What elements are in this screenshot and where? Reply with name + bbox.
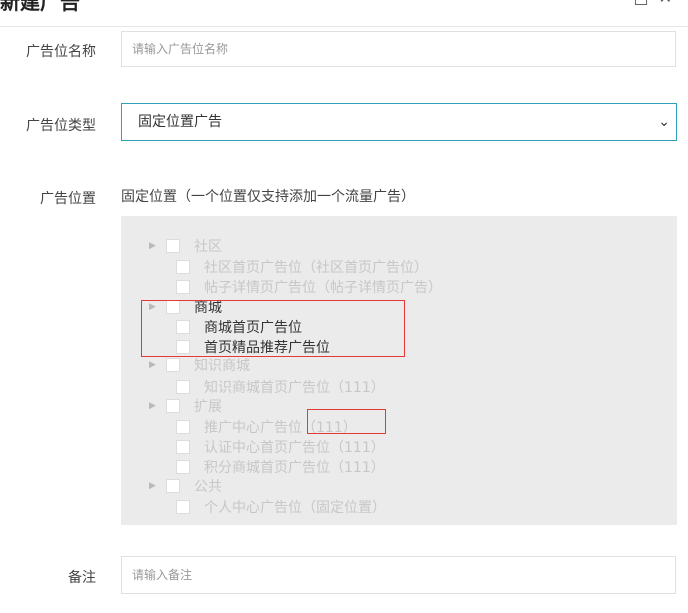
checkbox[interactable]	[176, 280, 190, 294]
tree-node-knowledge-mall[interactable]: ▶ 知识商城	[149, 356, 250, 374]
dialog-title: 新建广告	[0, 0, 80, 14]
checkbox[interactable]	[176, 260, 190, 274]
ad-slot-name-input[interactable]: 请输入广告位名称	[121, 31, 676, 67]
ad-position-label: 广告位置	[40, 191, 96, 207]
checkbox[interactable]	[176, 460, 190, 474]
checkbox[interactable]	[176, 380, 190, 394]
tree-node-extension[interactable]: ▶ 扩展	[149, 397, 222, 415]
checkbox[interactable]	[166, 399, 180, 413]
tree-node-community[interactable]: ▶ 社区	[149, 237, 222, 255]
tree-node-label: 扩展	[194, 399, 222, 415]
header-divider	[0, 26, 688, 27]
tree-leaf[interactable]: 认证中心首页广告位（111）	[176, 438, 385, 456]
tree-node-public[interactable]: ▶ 公共	[149, 477, 222, 495]
expand-arrow-icon[interactable]: ▶	[149, 241, 157, 251]
tree-leaf-label: 知识商城首页广告位（111）	[204, 380, 385, 396]
tree-leaf-label: 认证中心首页广告位（111）	[204, 440, 385, 456]
checkbox[interactable]	[176, 420, 190, 434]
checkbox[interactable]	[166, 239, 180, 253]
tree-leaf[interactable]: 帖子详情页广告位（帖子详情页广告）	[176, 278, 442, 296]
checkbox[interactable]	[166, 358, 180, 372]
ad-position-tree: ▶ 社区 社区首页广告位（社区首页广告位） 帖子详情页广告位（帖子详情页广告） …	[121, 216, 677, 525]
close-icon[interactable]: ✕	[659, 0, 672, 7]
tree-leaf[interactable]: 个人中心广告位（固定位置）	[176, 498, 386, 516]
tree-node-label: 社区	[194, 239, 222, 255]
ad-position-hint: 固定位置（一个位置仅支持添加一个流量广告）	[121, 189, 415, 205]
tree-leaf-label: 社区首页广告位（社区首页广告位）	[204, 260, 428, 276]
highlight-box-count	[307, 409, 386, 434]
tree-leaf[interactable]: 知识商城首页广告位（111）	[176, 378, 385, 396]
window-controls: □✕	[623, 0, 672, 7]
tree-node-label: 知识商城	[194, 358, 250, 374]
tree-leaf-label: 个人中心广告位（固定位置）	[204, 500, 386, 516]
checkbox[interactable]	[166, 479, 180, 493]
tree-node-label: 公共	[194, 479, 222, 495]
ad-slot-type-value: 固定位置广告	[138, 114, 222, 130]
ad-slot-name-label: 广告位名称	[26, 44, 96, 60]
tree-leaf-label: 积分商城首页广告位（111）	[204, 460, 385, 476]
ad-slot-type-select[interactable]: 固定位置广告 ⌄	[121, 103, 677, 141]
expand-arrow-icon[interactable]: ▶	[149, 401, 157, 411]
tree-leaf[interactable]: 社区首页广告位（社区首页广告位）	[176, 258, 428, 276]
tree-leaf-label: 帖子详情页广告位（帖子详情页广告）	[204, 280, 442, 296]
ad-slot-type-label: 广告位类型	[26, 118, 96, 134]
highlight-box-mall	[141, 300, 405, 357]
tree-leaf[interactable]: 积分商城首页广告位（111）	[176, 458, 385, 476]
checkbox[interactable]	[176, 500, 190, 514]
chevron-down-icon: ⌄	[658, 114, 670, 130]
maximize-icon[interactable]: □	[633, 0, 648, 7]
remark-input[interactable]: 请输入备注	[121, 556, 676, 594]
expand-arrow-icon[interactable]: ▶	[149, 481, 157, 491]
remark-label: 备注	[68, 570, 96, 586]
checkbox[interactable]	[176, 440, 190, 454]
expand-arrow-icon[interactable]: ▶	[149, 360, 157, 370]
